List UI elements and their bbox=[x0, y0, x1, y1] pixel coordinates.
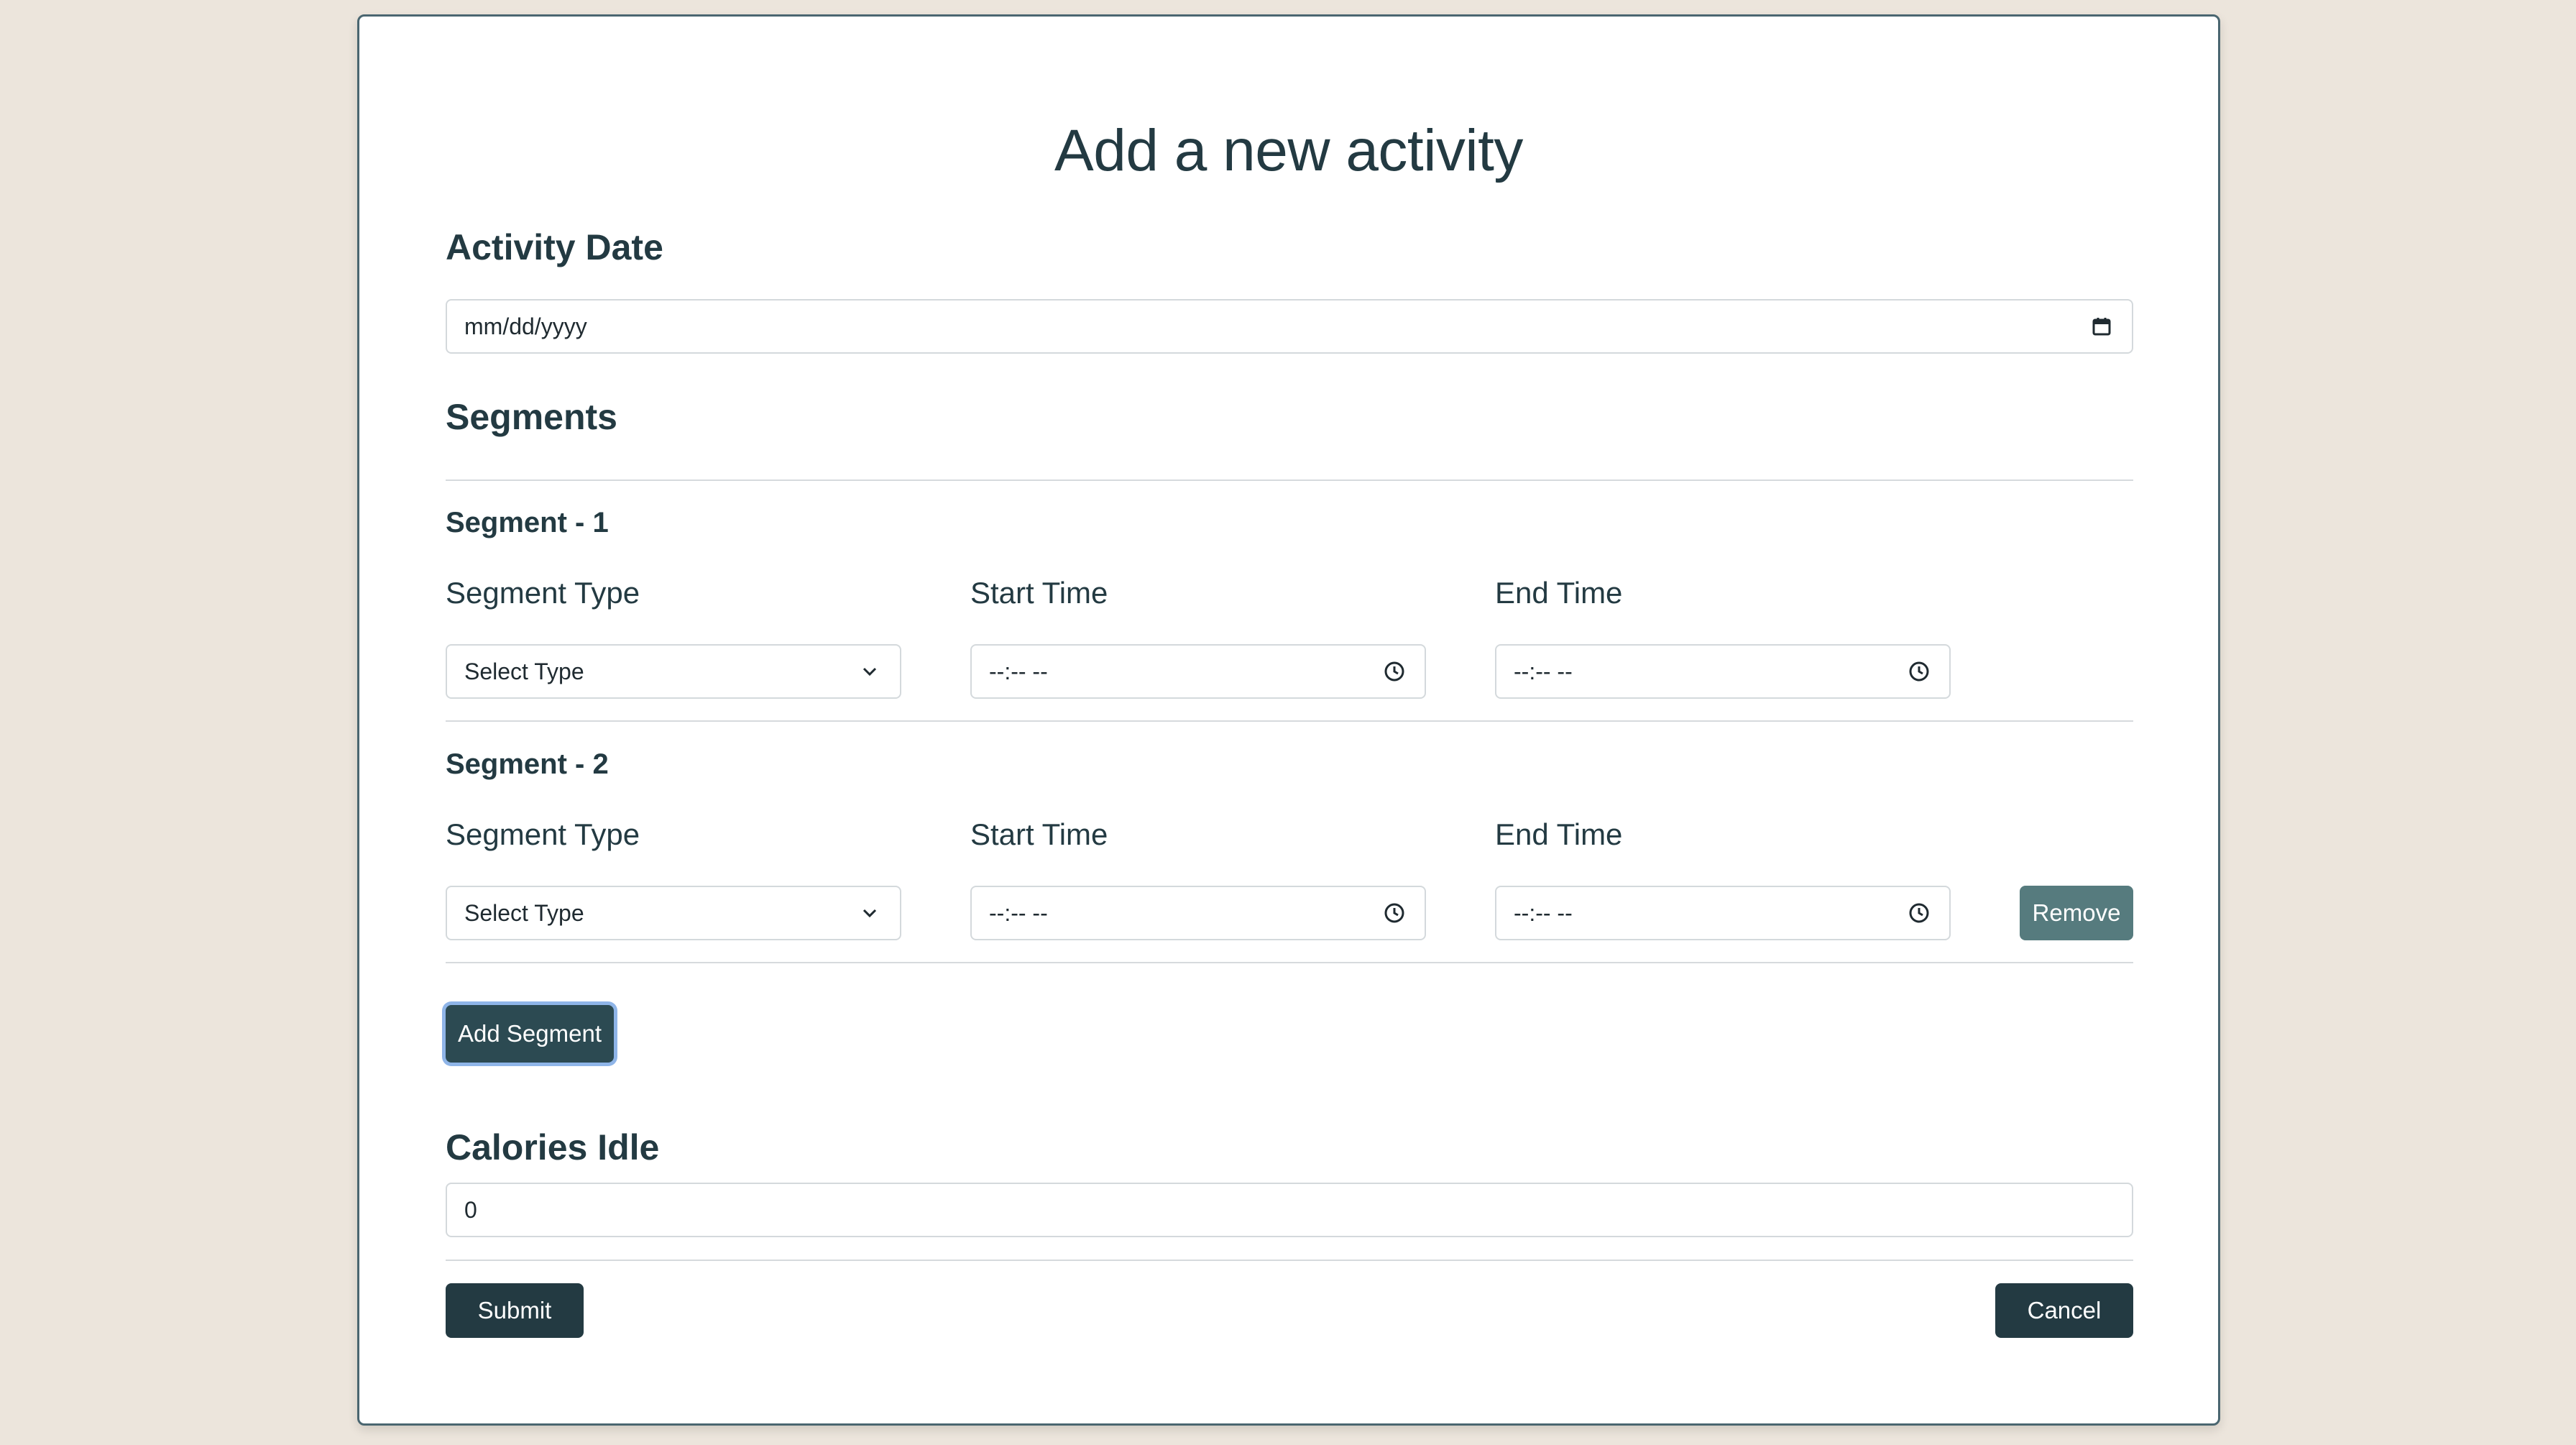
segments-heading: Segments bbox=[446, 397, 617, 437]
segment-1-end-time-input[interactable]: --:-- -- bbox=[1495, 644, 1951, 699]
segment-2-start-value: --:-- -- bbox=[989, 899, 1048, 926]
actions-divider bbox=[446, 1260, 2133, 1261]
submit-button[interactable]: Submit bbox=[446, 1283, 584, 1338]
clock-icon[interactable] bbox=[1381, 659, 1407, 684]
segment-2-type-label: Segment Type bbox=[446, 817, 640, 851]
calendar-icon[interactable] bbox=[2089, 313, 2115, 339]
segment-1-start-label: Start Time bbox=[970, 576, 1108, 610]
segment-2-start-time-input[interactable]: --:-- -- bbox=[970, 886, 1426, 940]
clock-icon[interactable] bbox=[1906, 900, 1932, 926]
page-title: Add a new activity bbox=[1054, 118, 1523, 183]
activity-form-card: Add a new activity Activity Date mm/dd/y… bbox=[357, 14, 2220, 1426]
segments-divider bbox=[446, 480, 2133, 481]
segment-2-end-time-input[interactable]: --:-- -- bbox=[1495, 886, 1951, 940]
segment-2-title: Segment - 2 bbox=[446, 748, 609, 780]
segment-1-start-value: --:-- -- bbox=[989, 658, 1048, 684]
remove-segment-button[interactable]: Remove bbox=[2020, 886, 2133, 940]
segment-1-end-label: End Time bbox=[1495, 576, 1623, 610]
segment-2-type-value: Select Type bbox=[464, 899, 584, 926]
segment-1-type-select[interactable]: Select Type bbox=[446, 644, 901, 699]
chevron-down-icon bbox=[857, 900, 883, 926]
segment-2-end-label: End Time bbox=[1495, 817, 1623, 851]
activity-date-heading: Activity Date bbox=[446, 227, 663, 267]
activity-date-placeholder: mm/dd/yyyy bbox=[464, 313, 587, 339]
segment-1-title: Segment - 1 bbox=[446, 507, 609, 538]
segment-1-type-label: Segment Type bbox=[446, 576, 640, 610]
segment-2-divider bbox=[446, 962, 2133, 963]
calories-idle-input[interactable]: 0 bbox=[446, 1183, 2133, 1237]
segment-2-end-value: --:-- -- bbox=[1514, 899, 1573, 926]
segment-2-start-label: Start Time bbox=[970, 817, 1108, 851]
clock-icon[interactable] bbox=[1906, 659, 1932, 684]
cancel-button[interactable]: Cancel bbox=[1995, 1283, 2133, 1338]
add-segment-button[interactable]: Add Segment bbox=[446, 1005, 614, 1063]
chevron-down-icon bbox=[857, 659, 883, 684]
clock-icon[interactable] bbox=[1381, 900, 1407, 926]
calories-idle-value: 0 bbox=[464, 1196, 477, 1223]
segment-1-start-time-input[interactable]: --:-- -- bbox=[970, 644, 1426, 699]
calories-idle-heading: Calories Idle bbox=[446, 1127, 660, 1168]
segment-1-divider bbox=[446, 720, 2133, 722]
activity-date-input[interactable]: mm/dd/yyyy bbox=[446, 299, 2133, 354]
segment-1-end-value: --:-- -- bbox=[1514, 658, 1573, 684]
segment-1-type-value: Select Type bbox=[464, 658, 584, 684]
segment-2-type-select[interactable]: Select Type bbox=[446, 886, 901, 940]
